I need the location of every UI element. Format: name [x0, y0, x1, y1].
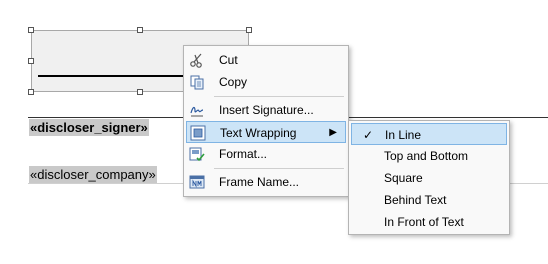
resize-handle-tr[interactable] — [246, 27, 252, 33]
menu-separator — [214, 168, 344, 169]
frame-name-icon — [189, 175, 205, 189]
menu-item-label: Frame Name... — [219, 175, 300, 189]
menu-item-cut[interactable]: Cut — [186, 49, 346, 71]
submenu-item-behind-text[interactable]: Behind Text — [351, 189, 507, 211]
resize-handle-tl[interactable] — [28, 27, 34, 33]
submenu-item-label: Top and Bottom — [384, 149, 469, 163]
text-wrapping-icon — [190, 125, 206, 141]
submenu-item-in-line[interactable]: ✓ In Line — [351, 123, 507, 145]
submenu-item-square[interactable]: Square — [351, 167, 507, 189]
menu-separator — [214, 96, 344, 97]
scissors-icon — [190, 53, 202, 68]
menu-item-text-wrapping[interactable]: Text Wrapping ▶ — [186, 121, 346, 143]
checkmark-icon: ✓ — [363, 128, 374, 142]
menu-item-label: Cut — [219, 53, 238, 67]
submenu-item-top-and-bottom[interactable]: Top and Bottom — [351, 145, 507, 167]
signature-icon — [190, 106, 204, 117]
submenu-item-label: In Front of Text — [384, 215, 464, 229]
submenu-item-in-front-of-text[interactable]: In Front of Text — [351, 211, 507, 233]
text-wrapping-submenu: ✓ In Line Top and Bottom Square Behind T… — [348, 120, 510, 235]
menu-item-label: Text Wrapping — [220, 126, 297, 140]
discloser-signer-field[interactable]: «discloser_signer» — [29, 119, 149, 136]
menu-item-copy[interactable]: Copy — [186, 71, 346, 93]
resize-handle-bm[interactable] — [137, 89, 143, 95]
resize-handle-ml[interactable] — [28, 58, 34, 64]
submenu-arrow-icon: ▶ — [329, 127, 337, 138]
menu-item-label: Insert Signature... — [219, 103, 314, 117]
copy-icon — [190, 75, 204, 90]
menu-item-format[interactable]: Format... — [186, 143, 346, 165]
context-menu: Cut Copy Insert Signature... Text Wrappi… — [183, 45, 349, 197]
menu-item-label: Copy — [219, 75, 248, 89]
submenu-item-label: Square — [384, 171, 423, 185]
discloser-company-field[interactable]: «discloser_company» — [29, 166, 157, 183]
submenu-item-label: Behind Text — [384, 193, 447, 207]
submenu-item-label: In Line — [385, 128, 422, 142]
menu-item-label: Format... — [219, 147, 268, 161]
resize-handle-tm[interactable] — [137, 27, 143, 33]
resize-handle-bl[interactable] — [28, 89, 34, 95]
format-icon — [189, 147, 205, 162]
menu-item-insert-signature[interactable]: Insert Signature... — [186, 99, 346, 121]
menu-item-frame-name[interactable]: Frame Name... — [186, 171, 346, 193]
